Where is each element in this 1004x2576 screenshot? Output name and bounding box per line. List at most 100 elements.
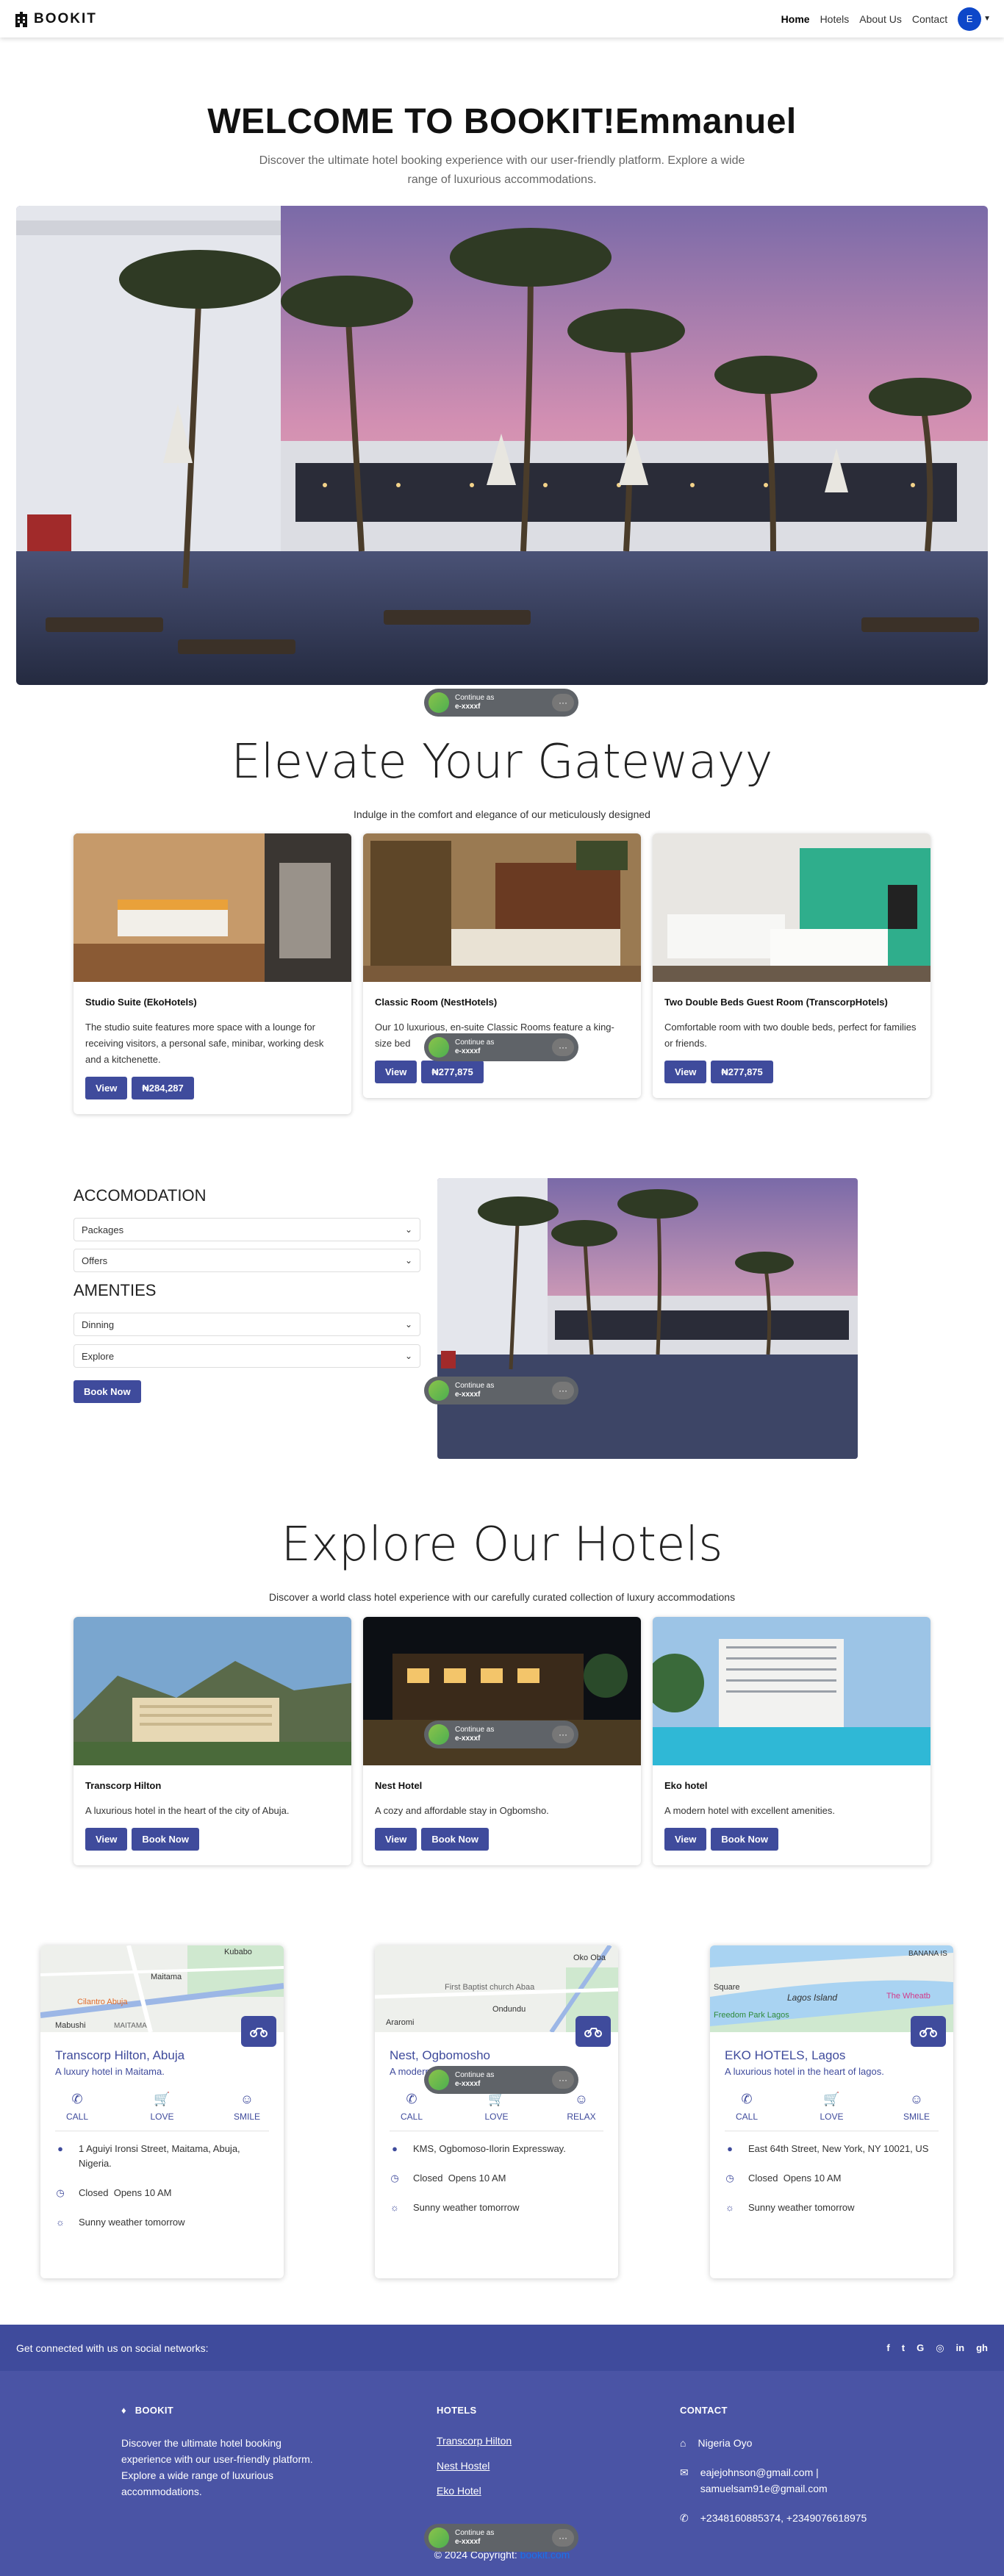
linkedin-icon[interactable]: in bbox=[956, 2342, 965, 2354]
social-bar: Get connected with us on social networks… bbox=[0, 2325, 1004, 2371]
price-button[interactable]: ₦277,875 bbox=[421, 1061, 484, 1083]
view-button[interactable]: View bbox=[664, 1061, 707, 1083]
chevron-down-icon: ⌄ bbox=[404, 1255, 412, 1266]
github-icon[interactable]: gh bbox=[976, 2342, 988, 2354]
hotel-location-title: EKO HOTELS, Lagos bbox=[725, 2048, 846, 2062]
nav-contact[interactable]: Contact bbox=[912, 13, 947, 25]
accordion-label: Offers bbox=[82, 1255, 108, 1266]
accordion-dinning[interactable]: Dinning ⌄ bbox=[73, 1313, 420, 1336]
accordion-explore[interactable]: Explore ⌄ bbox=[73, 1344, 420, 1368]
weather-icon: ☼ bbox=[725, 2202, 734, 2213]
smile-button[interactable]: ☺ SMILE bbox=[894, 2092, 939, 2122]
google-signin-chip[interactable]: Continue as e-xxxxf ··· bbox=[424, 689, 578, 717]
more-icon[interactable]: ··· bbox=[552, 2071, 574, 2089]
account-avatar bbox=[429, 692, 449, 713]
weather-icon: ☼ bbox=[56, 2217, 65, 2228]
avatar[interactable]: E bbox=[958, 7, 982, 31]
footer-link-transcorp[interactable]: Transcorp Hilton bbox=[437, 2435, 584, 2447]
footer-phones: +2348160885374, +2349076618975 bbox=[700, 2512, 867, 2524]
page-title: WELCOME TO BOOKIT!Emmanuel bbox=[207, 102, 797, 141]
hours: Closed Opens 10 AM bbox=[748, 2171, 841, 2186]
chip-account: e-xxxxf bbox=[455, 2538, 481, 2546]
bike-icon[interactable] bbox=[241, 2016, 276, 2047]
view-button[interactable]: View bbox=[664, 1828, 707, 1851]
view-button[interactable]: View bbox=[375, 1828, 417, 1851]
action-label: CALL bbox=[400, 2112, 423, 2122]
bike-icon[interactable] bbox=[911, 2016, 946, 2047]
hotel-image bbox=[73, 1617, 351, 1765]
view-button[interactable]: View bbox=[85, 1828, 128, 1851]
more-icon[interactable]: ··· bbox=[552, 1726, 574, 1743]
chip-label: Continue as bbox=[455, 1726, 495, 1734]
accordion-offers[interactable]: Offers ⌄ bbox=[73, 1249, 420, 1272]
price-button[interactable]: ₦277,875 bbox=[711, 1061, 773, 1083]
map-label: Kubabo bbox=[224, 1948, 252, 1956]
address: KMS, Ogbomoso-Ilorin Expressway. bbox=[413, 2143, 566, 2154]
hotel-image bbox=[653, 1617, 931, 1765]
call-button[interactable]: ✆ CALL bbox=[390, 2092, 434, 2122]
nav-home[interactable]: Home bbox=[781, 13, 810, 25]
navbar: BOOKIT Home Hotels About Us Contact E ▼ bbox=[0, 0, 1004, 37]
book-now-button[interactable]: Book Now bbox=[421, 1828, 489, 1851]
clock-icon: ◷ bbox=[725, 2173, 734, 2184]
google-signin-chip[interactable]: Continue as e-xxxxf ··· bbox=[424, 2066, 578, 2094]
bike-icon[interactable] bbox=[575, 2016, 611, 2047]
more-icon[interactable]: ··· bbox=[552, 1038, 574, 1056]
phone-icon: ✆ bbox=[71, 2092, 83, 2106]
love-button[interactable]: 🛒 LOVE bbox=[810, 2092, 854, 2122]
nav-hotels[interactable]: Hotels bbox=[820, 13, 850, 25]
google-signin-chip[interactable]: Continue as e-xxxxf ··· bbox=[424, 1033, 578, 1061]
cart-icon: 🛒 bbox=[823, 2092, 840, 2106]
love-button[interactable]: 🛒 LOVE bbox=[140, 2092, 184, 2122]
book-now-button[interactable]: Book Now bbox=[711, 1828, 778, 1851]
love-button[interactable]: 🛒 LOVE bbox=[475, 2092, 519, 2122]
call-button[interactable]: ✆ CALL bbox=[725, 2092, 769, 2122]
more-icon[interactable]: ··· bbox=[552, 2529, 574, 2547]
hotel-location-card: BANANA IS Square Lagos Island The Wheatb… bbox=[710, 1945, 953, 2278]
view-button[interactable]: View bbox=[375, 1061, 417, 1083]
accordion-label: Dinning bbox=[82, 1319, 115, 1330]
hotel-title: Transcorp Hilton bbox=[85, 1780, 162, 1791]
footer-link-eko[interactable]: Eko Hotel bbox=[437, 2485, 584, 2497]
map-label: Maitama bbox=[151, 1973, 182, 1981]
action-label: LOVE bbox=[150, 2112, 174, 2122]
facebook-icon[interactable]: f bbox=[886, 2342, 889, 2354]
google-signin-chip[interactable]: Continue as e-xxxxf ··· bbox=[424, 1377, 578, 1404]
opening-time: Opens 10 AM bbox=[448, 2173, 506, 2184]
footer-link-nest[interactable]: Nest Hostel bbox=[437, 2460, 584, 2472]
room-description: The studio suite features more space wit… bbox=[85, 1022, 324, 1065]
account-avatar bbox=[429, 1380, 449, 1401]
chevron-down-icon: ⌄ bbox=[404, 1319, 412, 1330]
relax-button[interactable]: ☺ RELAX bbox=[559, 2092, 603, 2122]
twitter-icon[interactable]: t bbox=[902, 2342, 905, 2354]
instagram-icon[interactable]: ◎ bbox=[936, 2342, 944, 2354]
room-title: Two Double Beds Guest Room (TranscorpHot… bbox=[664, 997, 888, 1008]
book-now-button[interactable]: Book Now bbox=[132, 1828, 199, 1851]
opening-time: Opens 10 AM bbox=[783, 2173, 842, 2184]
nav-about[interactable]: About Us bbox=[859, 13, 902, 25]
weather: Sunny weather tomorrow bbox=[79, 2217, 185, 2228]
chevron-down-icon: ▼ bbox=[983, 15, 991, 23]
call-button[interactable]: ✆ CALL bbox=[55, 2092, 99, 2122]
smile-button[interactable]: ☺ SMILE bbox=[225, 2092, 269, 2122]
envelope-icon: ✉ bbox=[680, 2466, 689, 2478]
brand-logo[interactable]: BOOKIT bbox=[13, 11, 97, 27]
gem-icon: ♦ bbox=[121, 2405, 126, 2416]
clock-icon: ◷ bbox=[390, 2173, 399, 2184]
price-button[interactable]: ₦284,287 bbox=[132, 1077, 194, 1099]
chevron-down-icon: ⌄ bbox=[404, 1224, 412, 1235]
user-menu[interactable]: E ▼ bbox=[958, 7, 991, 31]
google-signin-chip[interactable]: Continue as e-xxxxf ··· bbox=[424, 1721, 578, 1748]
google-icon[interactable]: G bbox=[917, 2342, 924, 2354]
google-signin-chip[interactable]: Continue as e-xxxxf ··· bbox=[424, 2524, 578, 2552]
view-button[interactable]: View bbox=[85, 1077, 128, 1099]
action-label: SMILE bbox=[903, 2112, 930, 2122]
more-icon[interactable]: ··· bbox=[552, 1382, 574, 1399]
book-now-button[interactable]: Book Now bbox=[73, 1380, 141, 1403]
accordion-label: Explore bbox=[82, 1350, 115, 1362]
accordion-packages[interactable]: Packages ⌄ bbox=[73, 1218, 420, 1241]
weather: Sunny weather tomorrow bbox=[748, 2202, 855, 2213]
hours: Closed Opens 10 AM bbox=[413, 2171, 506, 2186]
more-icon[interactable]: ··· bbox=[552, 694, 574, 711]
action-label: LOVE bbox=[820, 2112, 844, 2122]
